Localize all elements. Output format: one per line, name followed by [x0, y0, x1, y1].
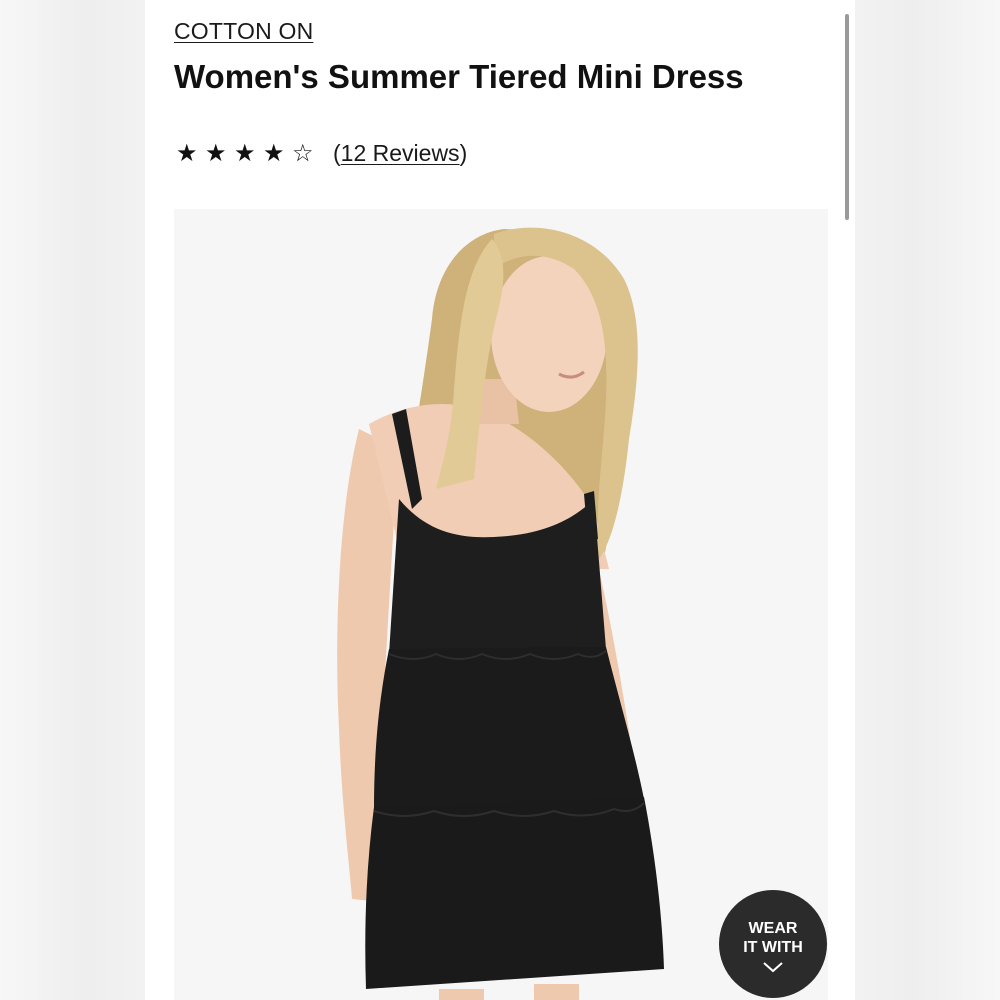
star-filled-icon: ★	[176, 139, 198, 167]
chevron-down-icon	[763, 962, 783, 973]
model-photo	[174, 209, 828, 1000]
product-page: COTTON ON Women's Summer Tiered Mini Dre…	[145, 0, 855, 1000]
reviews-open-paren: (	[333, 139, 341, 166]
brand-link[interactable]: COTTON ON	[174, 18, 313, 45]
product-rating: ★ ★ ★ ★ ☆ (12 Reviews)	[176, 137, 467, 169]
reviews-count: 12 Reviews	[340, 139, 460, 166]
product-image[interactable]	[174, 209, 828, 1000]
star-empty-icon: ☆	[292, 139, 314, 167]
star-filled-icon: ★	[263, 139, 285, 167]
right-backdrop	[855, 0, 1000, 1000]
reviews-close-paren: )	[459, 139, 468, 166]
star-filled-icon: ★	[234, 139, 256, 167]
wear-it-with-label: WEAR IT WITH	[743, 920, 803, 956]
star-rating: ★ ★ ★ ★ ☆	[176, 141, 321, 165]
reviews-link[interactable]: (12 Reviews)	[333, 140, 467, 167]
wear-it-with-button[interactable]: WEAR IT WITH	[719, 890, 827, 998]
star-filled-icon: ★	[205, 139, 227, 167]
scrollbar-thumb[interactable]	[845, 14, 849, 220]
left-backdrop	[0, 0, 145, 1000]
product-title: Women's Summer Tiered Mini Dress	[174, 58, 744, 95]
